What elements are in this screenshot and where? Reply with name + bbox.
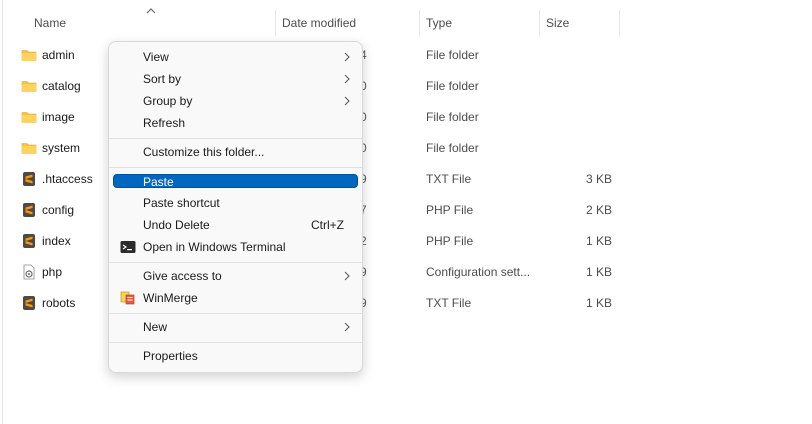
column-type[interactable]: Type xyxy=(426,16,452,30)
file-name: .htaccess xyxy=(42,172,93,186)
menu-item-winmerge[interactable]: WinMerge xyxy=(113,287,358,309)
file-name: image xyxy=(42,110,75,124)
file-type: File folder xyxy=(426,48,479,62)
folder-icon xyxy=(21,50,37,61)
column-divider[interactable] xyxy=(539,10,540,36)
file-type: PHP File xyxy=(426,203,474,217)
folder-icon xyxy=(21,112,37,123)
menu-item-label: View xyxy=(143,50,169,64)
file-type: File folder xyxy=(426,141,479,155)
file-type: File folder xyxy=(426,79,479,93)
menu-item-sort-by[interactable]: Sort by xyxy=(113,68,358,90)
menu-item-refresh[interactable]: Refresh xyxy=(113,112,358,134)
menu-item-give-access[interactable]: Give access to xyxy=(113,265,358,287)
menu-item-label: Paste xyxy=(143,175,174,189)
menu-separator xyxy=(109,342,362,343)
chevron-right-icon xyxy=(344,322,350,332)
file-size: 1 KB xyxy=(585,296,612,310)
winmerge-icon xyxy=(120,291,135,305)
chevron-right-icon xyxy=(344,74,350,84)
menu-item-label: Group by xyxy=(143,94,193,108)
sublime-file-icon xyxy=(23,172,35,186)
file-name: robots xyxy=(42,296,76,310)
menu-item-undo-delete[interactable]: Undo Delete Ctrl+Z xyxy=(113,214,358,236)
file-type: PHP File xyxy=(426,234,474,248)
menu-item-label: Customize this folder... xyxy=(143,145,265,159)
menu-item-open-terminal[interactable]: Open in Windows Terminal xyxy=(113,236,358,258)
column-size[interactable]: Size xyxy=(546,16,569,30)
menu-item-customize-folder[interactable]: Customize this folder... xyxy=(113,141,358,163)
menu-item-label: Open in Windows Terminal xyxy=(143,240,286,254)
menu-item-paste-shortcut[interactable]: Paste shortcut xyxy=(113,192,358,214)
file-size: 1 KB xyxy=(585,234,612,248)
sort-ascending-icon xyxy=(146,8,156,14)
column-divider[interactable] xyxy=(619,10,620,36)
folder-icon xyxy=(21,143,37,154)
chevron-right-icon xyxy=(344,52,350,62)
menu-item-paste[interactable]: Paste xyxy=(113,174,358,189)
file-name: admin xyxy=(42,48,75,62)
menu-separator xyxy=(109,138,362,139)
menu-item-label: Sort by xyxy=(143,72,182,86)
column-divider[interactable] xyxy=(275,10,276,36)
file-name: catalog xyxy=(42,79,81,93)
menu-item-group-by[interactable]: Group by xyxy=(113,90,358,112)
file-size: 2 KB xyxy=(585,203,612,217)
menu-item-new[interactable]: New xyxy=(113,316,358,338)
menu-item-view[interactable]: View xyxy=(113,46,358,68)
file-name: index xyxy=(42,234,71,248)
menu-item-label: Undo Delete xyxy=(143,218,210,232)
menu-separator xyxy=(109,313,362,314)
file-name: system xyxy=(42,141,81,155)
menu-item-label: Properties xyxy=(143,349,198,363)
terminal-icon xyxy=(120,241,136,253)
sublime-file-icon xyxy=(23,203,35,217)
file-type: File folder xyxy=(426,110,479,124)
column-name[interactable]: Name xyxy=(34,16,66,30)
menu-item-properties[interactable]: Properties xyxy=(113,345,358,367)
sublime-file-icon xyxy=(23,296,35,310)
column-divider[interactable] xyxy=(419,10,420,36)
file-size: 1 KB xyxy=(585,265,612,279)
file-type: TXT File xyxy=(426,172,472,186)
context-menu: View Sort by Group by Refresh Customize … xyxy=(108,41,363,373)
menu-item-label: New xyxy=(143,320,168,334)
chevron-right-icon xyxy=(344,96,350,106)
menu-item-shortcut: Ctrl+Z xyxy=(311,218,344,232)
menu-item-label: Give access to xyxy=(143,269,222,283)
file-name: php xyxy=(42,265,63,279)
chevron-right-icon xyxy=(344,271,350,281)
config-file-icon xyxy=(23,264,35,280)
menu-item-label: Refresh xyxy=(143,116,186,130)
sublime-file-icon xyxy=(23,234,35,248)
menu-separator xyxy=(109,262,362,263)
column-date-modified[interactable]: Date modified xyxy=(282,16,356,30)
file-type: TXT File xyxy=(426,296,472,310)
menu-item-label: WinMerge xyxy=(143,291,198,305)
column-header: Name Date modified Type Size xyxy=(0,0,812,44)
file-type: Configuration sett... xyxy=(426,265,531,279)
menu-item-label: Paste shortcut xyxy=(143,196,220,210)
folder-icon xyxy=(21,81,37,92)
menu-separator xyxy=(109,167,362,168)
file-size: 3 KB xyxy=(585,172,612,186)
file-name: config xyxy=(42,203,75,217)
